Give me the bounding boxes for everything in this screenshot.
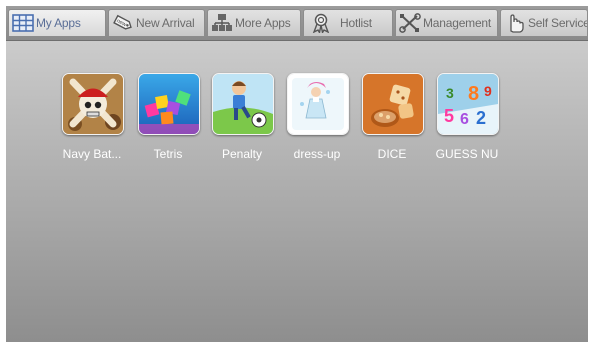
app-navy-battle[interactable]: Navy Bat...	[55, 73, 129, 173]
app-label: Navy Bat...	[62, 147, 122, 161]
app-label: dress-up	[293, 147, 341, 161]
svg-text:8: 8	[468, 83, 479, 105]
app-dress-up[interactable]: dress-up	[280, 73, 354, 173]
tab-label: More Apps	[235, 16, 291, 30]
dice-icon	[363, 74, 423, 134]
tab-more-apps[interactable]: More Apps	[207, 9, 301, 37]
app-icon	[138, 73, 200, 135]
new-tag-icon: new	[113, 14, 132, 30]
tab-label: Management	[423, 16, 492, 30]
app-store-window: My Apps new New Arrival More Apps Hotlis…	[6, 6, 588, 342]
app-icon	[212, 73, 274, 135]
tab-hotlist[interactable]: Hotlist	[303, 9, 393, 37]
svg-text:6: 6	[460, 111, 469, 128]
tools-icon	[399, 13, 421, 33]
grid-icon	[12, 14, 34, 32]
tab-label: New Arrival	[136, 16, 195, 30]
tab-label: Hotlist	[340, 16, 372, 30]
doll-icon	[288, 74, 348, 134]
app-label: Penalty	[221, 147, 263, 161]
svg-text:3: 3	[446, 85, 454, 101]
tab-bar: My Apps new New Arrival More Apps Hotlis…	[6, 6, 588, 41]
tetris-blocks-icon	[139, 74, 199, 134]
tab-new-arrival[interactable]: new New Arrival	[108, 9, 205, 37]
hand-icon	[510, 14, 524, 33]
svg-text:5: 5	[444, 106, 454, 126]
tab-self-service[interactable]: Self Service	[500, 9, 588, 37]
app-label: GUESS NU	[435, 147, 499, 161]
app-guess-number[interactable]: 8 3 5 6 2 9 GUESS NU	[430, 73, 504, 173]
app-label: DICE	[377, 147, 407, 161]
app-dice[interactable]: DICE	[355, 73, 429, 173]
app-icon	[62, 73, 124, 135]
tab-my-apps[interactable]: My Apps	[8, 9, 106, 37]
tab-label: Self Service	[528, 16, 588, 30]
tab-management[interactable]: Management	[395, 9, 498, 37]
svg-text:2: 2	[476, 108, 486, 128]
soccer-player-icon	[213, 74, 273, 134]
tab-label: My Apps	[36, 16, 81, 30]
svg-text:9: 9	[484, 83, 492, 99]
award-icon	[312, 13, 330, 33]
network-icon	[212, 14, 232, 31]
pirate-skull-icon	[63, 74, 123, 134]
app-icon	[287, 73, 349, 135]
app-penalty[interactable]: Penalty	[205, 73, 279, 173]
app-icon: 8 3 5 6 2 9	[437, 73, 499, 135]
app-tetris[interactable]: Tetris	[131, 73, 205, 173]
app-icon	[362, 73, 424, 135]
numbers-icon: 8 3 5 6 2 9	[438, 74, 498, 134]
